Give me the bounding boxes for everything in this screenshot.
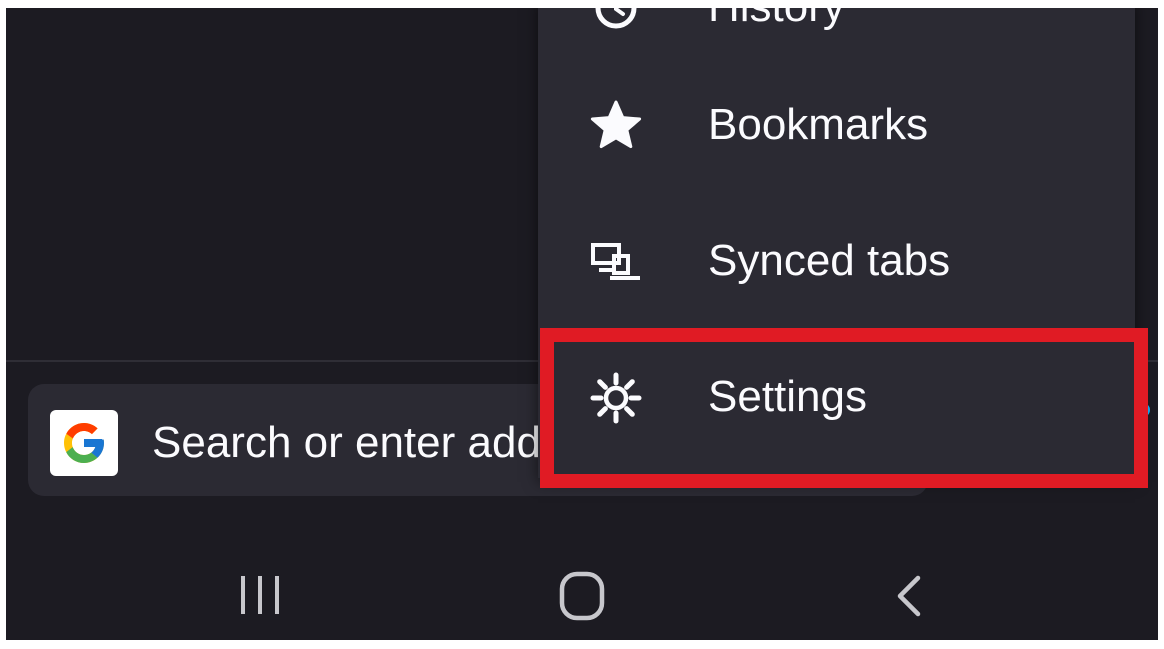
address-input-placeholder[interactable]: Search or enter add <box>152 418 541 468</box>
menu-item-label: History <box>708 8 845 32</box>
menu-item-label: Bookmarks <box>708 100 929 149</box>
synced-tabs-icon <box>591 243 640 280</box>
star-icon <box>590 100 642 149</box>
menu-item-synced-tabs[interactable]: Synced tabs <box>538 202 1135 322</box>
menu-item-label: Synced tabs <box>708 236 951 285</box>
google-g-icon[interactable] <box>50 410 118 476</box>
back-chevron-icon[interactable] <box>880 566 940 626</box>
settings-highlight-box <box>540 328 1148 488</box>
system-navigation-bar <box>6 544 1158 640</box>
home-icon[interactable] <box>552 566 612 626</box>
menu-item-bookmarks[interactable]: Bookmarks <box>538 66 1135 186</box>
recents-icon[interactable] <box>230 566 290 626</box>
menu-item-history[interactable]: History <box>538 8 1135 68</box>
history-icon <box>595 8 637 29</box>
browser-screen: Search or enter add History Bookmarks <box>6 8 1158 640</box>
